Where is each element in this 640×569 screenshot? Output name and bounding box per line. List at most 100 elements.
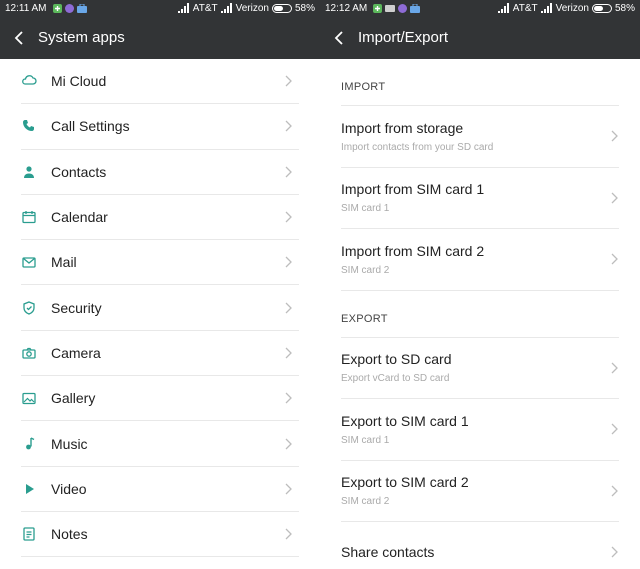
list-item-label: Calendar [51, 209, 108, 226]
carrier-2: Verizon [235, 2, 269, 14]
list-item-call-settings[interactable]: Call Settings [21, 104, 299, 150]
list-item-label: Video [51, 480, 87, 497]
option-label: Import from SIM card 2 [341, 242, 485, 259]
chevron-right-icon [611, 423, 618, 435]
back-button[interactable] [0, 16, 38, 59]
signal-icon [497, 3, 509, 13]
option-import-from-storage[interactable]: Import from storage Import contacts from … [341, 106, 619, 168]
option-label: Export to SIM card 1 [341, 412, 469, 429]
list-item-label: Security [51, 299, 102, 316]
option-description: SIM card 1 [341, 434, 390, 446]
list-item-video[interactable]: Video [21, 467, 299, 512]
chevron-right-icon [285, 211, 292, 223]
signal-icon [220, 3, 232, 13]
battery-icon [591, 3, 612, 13]
option-import-from-sim-card-2[interactable]: Import from SIM card 2 SIM card 2 [341, 229, 619, 291]
music-note-icon [21, 436, 51, 452]
battery-percent: 58% [294, 2, 315, 14]
chevron-right-icon [611, 130, 618, 142]
option-export-to-sim-card-1[interactable]: Export to SIM card 1 SIM card 1 [341, 399, 619, 461]
battery-icon [271, 3, 292, 13]
list-item-label: Mail [51, 254, 77, 271]
cloud-icon [21, 73, 51, 89]
chevron-right-icon [285, 166, 292, 178]
chevron-right-icon [285, 528, 292, 540]
person-icon [21, 164, 51, 180]
list-item-mail[interactable]: Mail [21, 240, 299, 286]
import-export-screen: 12:12 AM AT&T Verizon 58% Import/Export … [320, 0, 640, 569]
system-apps-list: Mi Cloud Call Settings Contacts Calendar Mai… [0, 59, 320, 558]
list-item-label: Camera [51, 344, 101, 361]
messenger-notification-icon [64, 3, 74, 13]
chevron-right-icon [611, 192, 618, 204]
list-item-gallery[interactable]: Gallery [21, 376, 299, 422]
list-item-label: Call Settings [51, 118, 130, 135]
option-export-to-sim-card-2[interactable]: Export to SIM card 2 SIM card 2 [341, 461, 619, 522]
list-item-label: Gallery [51, 390, 96, 407]
option-label: Export to SD card [341, 351, 452, 368]
list-item-calendar[interactable]: Calendar [21, 195, 299, 241]
option-label: Import from storage [341, 119, 464, 136]
battery-percent: 58% [614, 2, 635, 14]
chevron-right-icon [611, 253, 618, 265]
message-notification-icon [385, 4, 396, 12]
status-time: 12:11 AM [5, 2, 47, 14]
mail-icon [21, 254, 51, 270]
page-title: Import/Export [358, 29, 449, 46]
store-notification-icon [76, 3, 87, 13]
calendar-icon [21, 209, 51, 225]
camera-icon [21, 345, 51, 361]
section-header-export: EXPORT [341, 291, 619, 338]
list-item-contacts[interactable]: Contacts [21, 150, 299, 195]
play-icon [21, 481, 51, 497]
list-item-mi-cloud[interactable]: Mi Cloud [21, 59, 299, 105]
list-item-label: Contacts [51, 163, 107, 180]
list-item-label: Music [51, 435, 88, 452]
list-item-notes[interactable]: Notes [21, 512, 299, 558]
notes-icon [21, 526, 51, 542]
option-description: SIM card 1 [341, 203, 390, 215]
chevron-right-icon [285, 75, 292, 87]
import-export-list: IMPORT Import from storage Import contact… [320, 59, 640, 569]
list-item-music[interactable]: Music [21, 421, 299, 467]
list-item-label: Mi Cloud [51, 73, 107, 90]
option-description: Import contacts from your SD card [341, 141, 494, 153]
shield-icon [21, 300, 51, 316]
chevron-right-icon [611, 362, 618, 374]
carrier-1: AT&T [192, 2, 218, 14]
back-arrow-icon [334, 30, 343, 45]
carrier-2: Verizon [555, 2, 589, 14]
system-apps-screen: 12:11 AM AT&T Verizon 58% System apps Mi… [0, 0, 320, 569]
chevron-right-icon [611, 546, 618, 558]
carrier-1: AT&T [512, 2, 538, 14]
status-bar: 12:12 AM AT&T Verizon 58% [320, 0, 640, 16]
section-header-import: IMPORT [341, 59, 619, 106]
signal-icon [177, 3, 189, 13]
list-item-security[interactable]: Security [21, 285, 299, 331]
chevron-right-icon [285, 120, 292, 132]
app-bar: System apps [0, 16, 320, 59]
phone-icon [21, 118, 51, 134]
chevron-right-icon [285, 438, 292, 449]
option-description: SIM card 2 [341, 496, 390, 508]
page-title: System apps [38, 29, 125, 46]
option-label: Export to SIM card 2 [341, 474, 469, 491]
option-label: Import from SIM card 1 [341, 181, 485, 198]
back-button[interactable] [320, 16, 358, 59]
store-notification-icon [410, 3, 421, 13]
import-options: Import from storage Import contacts from … [320, 106, 640, 291]
status-bar: 12:11 AM AT&T Verizon 58% [0, 0, 320, 16]
option-import-from-sim-card-1[interactable]: Import from SIM card 1 SIM card 1 [341, 168, 619, 229]
signal-icon [540, 3, 552, 13]
option-share-contacts[interactable]: Share contacts [341, 522, 619, 569]
chevron-right-icon [285, 256, 292, 268]
plus-notification-icon [373, 3, 383, 13]
list-item-camera[interactable]: Camera [21, 331, 299, 377]
app-bar: Import/Export [320, 16, 640, 59]
export-options: Export to SD card Export vCard to SD card… [320, 338, 640, 569]
back-arrow-icon [14, 30, 23, 45]
chevron-right-icon [611, 485, 618, 497]
option-export-to-sd-card[interactable]: Export to SD card Export vCard to SD card [341, 338, 619, 399]
option-label: Share contacts [341, 544, 435, 561]
chevron-right-icon [285, 302, 292, 314]
